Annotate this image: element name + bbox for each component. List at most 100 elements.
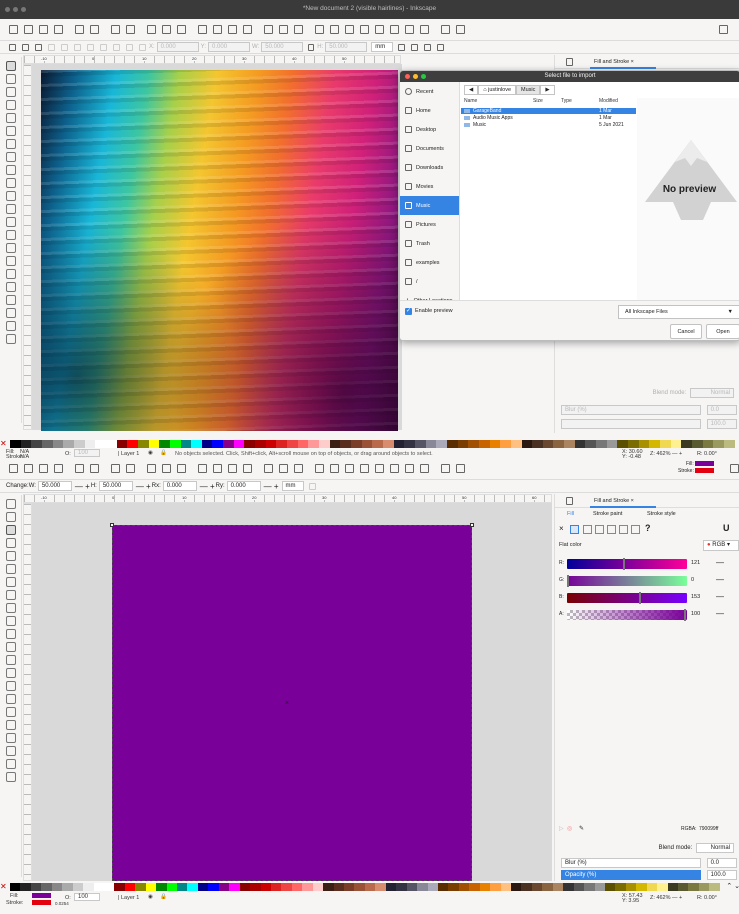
fill-stroke-icon[interactable] xyxy=(345,464,354,473)
select-all-icon[interactable] xyxy=(9,43,16,51)
canvas[interactable]: × xyxy=(32,503,552,881)
close-tab-icon[interactable]: × xyxy=(629,59,634,65)
path-back-button[interactable]: ◀ xyxy=(464,85,479,95)
eye-icon[interactable]: ◉ xyxy=(148,894,153,900)
path-crumb-music[interactable]: Music xyxy=(516,85,541,95)
fill-indicator[interactable]: Fill: xyxy=(686,461,715,467)
redo-icon[interactable] xyxy=(126,25,135,34)
node-tool-icon[interactable] xyxy=(5,73,16,84)
document-properties-icon[interactable] xyxy=(441,25,450,34)
swatch-icon[interactable] xyxy=(631,525,640,534)
stroke-indicator[interactable]: Stroke: xyxy=(678,468,715,474)
ungroup-icon[interactable] xyxy=(330,464,339,473)
zoom-tool-icon[interactable] xyxy=(5,320,16,331)
zoom-field[interactable]: Z: 462% — + xyxy=(650,895,682,901)
opacity-value[interactable]: 100.0 xyxy=(706,870,737,880)
place-music[interactable]: Music xyxy=(400,196,459,215)
import-icon[interactable] xyxy=(75,25,84,34)
pencil-tool-icon[interactable] xyxy=(5,589,16,600)
calligraphy-tool-icon[interactable] xyxy=(5,177,16,188)
snap-toggle-icon[interactable] xyxy=(730,464,739,473)
color-mode-select[interactable]: ● RGB ▾ xyxy=(703,540,739,551)
not-rounded-icon[interactable] xyxy=(308,482,316,490)
tab-fill-stroke[interactable]: Fill and Stroke × xyxy=(590,496,656,508)
3dbox-tool-icon[interactable] xyxy=(5,125,16,136)
undo-icon[interactable] xyxy=(111,464,120,473)
new-document-icon[interactable] xyxy=(9,464,18,473)
col-type[interactable]: Type xyxy=(561,98,572,104)
path-forward-button[interactable]: ▶ xyxy=(540,85,555,95)
blur-field[interactable]: Blur (%) xyxy=(561,405,701,415)
rgba-field[interactable]: 790099ff xyxy=(699,826,718,832)
opacity-field[interactable] xyxy=(561,419,701,429)
clone-icon[interactable] xyxy=(279,464,288,473)
spray-tool-icon[interactable] xyxy=(5,203,16,214)
color-palette[interactable]: ✕ ⌃ ⌄ xyxy=(0,882,739,891)
color-palette[interactable]: ✕ xyxy=(0,439,735,448)
copy-icon[interactable] xyxy=(147,25,156,34)
rectangle-tool-icon[interactable] xyxy=(5,524,16,535)
flip-vertical-icon[interactable] xyxy=(87,43,94,51)
text-tool-icon[interactable] xyxy=(5,628,16,639)
3dbox-tool-icon[interactable] xyxy=(5,563,16,574)
new-document-icon[interactable] xyxy=(9,25,18,34)
place-trash[interactable]: Trash xyxy=(400,234,459,253)
h-field[interactable]: 50.000 xyxy=(98,481,133,491)
ry-field[interactable]: 0.000 xyxy=(226,481,261,491)
eye-icon[interactable]: ◉ xyxy=(148,450,153,456)
mesh-gradient-icon[interactable] xyxy=(607,525,616,534)
zoom-field[interactable]: Z: 462% — + xyxy=(650,451,682,457)
resize-handle[interactable] xyxy=(110,523,114,527)
file-row[interactable]: Audio Music Apps 1 Mar xyxy=(461,115,636,121)
w-field[interactable]: 50.000 xyxy=(37,481,72,491)
close-tab-icon[interactable]: × xyxy=(629,498,634,504)
rotation-field[interactable]: R: 0.00° xyxy=(697,895,717,901)
raise-icon[interactable] xyxy=(113,43,120,51)
spiral-tool-icon[interactable] xyxy=(5,576,16,587)
xml-editor-icon[interactable] xyxy=(390,25,399,34)
y-field[interactable]: 0.000 xyxy=(208,42,251,52)
channel-g-stepper[interactable]: — xyxy=(716,575,724,584)
group-icon[interactable] xyxy=(315,25,324,34)
circle-tool-icon[interactable] xyxy=(5,537,16,548)
blend-mode-select[interactable]: Normal xyxy=(696,843,734,853)
pattern-icon[interactable] xyxy=(619,525,628,534)
fill-stroke-icon[interactable] xyxy=(345,25,354,34)
eraser-tool-icon[interactable] xyxy=(5,216,16,227)
no-color-icon[interactable]: ✕ xyxy=(0,439,7,448)
alpha-slider-knob[interactable] xyxy=(684,609,686,621)
blend-mode-select[interactable]: Normal xyxy=(690,388,734,398)
flat-color-icon[interactable] xyxy=(570,525,579,534)
purple-rectangle[interactable]: × xyxy=(112,525,472,881)
snap-toggle-icon[interactable] xyxy=(719,25,728,34)
zoom-page-icon[interactable] xyxy=(228,25,237,34)
place-examples[interactable]: examples xyxy=(400,253,459,272)
place-home[interactable]: Home xyxy=(400,101,459,120)
nonzero-fill-icon[interactable]: U xyxy=(723,523,730,533)
cut-icon[interactable] xyxy=(162,464,171,473)
blue-slider-knob[interactable] xyxy=(639,592,641,604)
transform-gradients-icon[interactable] xyxy=(424,43,432,51)
text-tool-icon[interactable] xyxy=(360,25,369,34)
tweak-tool-icon[interactable] xyxy=(5,693,16,704)
document-tab-icon[interactable] xyxy=(566,58,573,66)
place-pictures[interactable]: Pictures xyxy=(400,215,459,234)
text-tool-icon[interactable] xyxy=(360,464,369,473)
gradient-tool-icon[interactable] xyxy=(5,706,16,717)
channel-a-stepper[interactable]: — xyxy=(716,609,724,618)
spiral-tool-icon[interactable] xyxy=(5,138,16,149)
rx-stepper[interactable]: — + xyxy=(200,482,215,491)
export-icon[interactable] xyxy=(90,464,99,473)
channel-b-value[interactable]: 153 xyxy=(691,594,700,600)
channel-r-stepper[interactable]: — xyxy=(716,558,724,567)
duplicate-icon[interactable] xyxy=(264,25,273,34)
save-icon[interactable] xyxy=(39,464,48,473)
ungroup-icon[interactable] xyxy=(330,25,339,34)
no-color-icon[interactable]: ✕ xyxy=(0,882,7,891)
xml-editor-icon[interactable] xyxy=(390,464,399,473)
raise-to-top-icon[interactable] xyxy=(100,43,107,51)
copy-icon[interactable] xyxy=(147,464,156,473)
connector-tool-icon[interactable] xyxy=(5,294,16,305)
selector-tool-icon[interactable] xyxy=(5,60,16,71)
open-button[interactable]: Open xyxy=(706,324,739,339)
